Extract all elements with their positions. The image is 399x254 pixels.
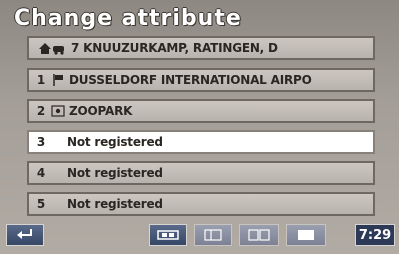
clock-display: 7:29 bbox=[355, 224, 395, 246]
flag-icon bbox=[51, 73, 65, 87]
map-view-icon bbox=[157, 226, 179, 245]
entry-number: 3 bbox=[36, 135, 46, 149]
split-view-icon bbox=[204, 226, 222, 245]
list-item[interactable]: 2 ZOOPARK bbox=[27, 99, 375, 123]
page-title: Change attribute bbox=[14, 6, 242, 31]
entry-number: 4 bbox=[36, 166, 46, 180]
entry-number: 2 bbox=[36, 104, 46, 118]
entry-number: 1 bbox=[36, 73, 46, 87]
list-item[interactable]: 5 Not registered bbox=[27, 192, 375, 216]
split-view-button[interactable] bbox=[194, 224, 232, 246]
back-button[interactable] bbox=[6, 224, 44, 246]
return-arrow-icon bbox=[15, 226, 35, 245]
destination-list: 7 KNUUZURKAMP, RATINGEN, D 1 DUSSELDORF … bbox=[27, 36, 375, 223]
home-entry[interactable]: 7 KNUUZURKAMP, RATINGEN, D bbox=[27, 36, 375, 60]
entry-label: Not registered bbox=[67, 135, 163, 149]
full-map-icon bbox=[297, 226, 315, 245]
bottom-toolbar: 7:29 bbox=[0, 220, 399, 254]
list-item[interactable]: 3 Not registered bbox=[27, 130, 375, 154]
change-attribute-screen: Change attribute 7 KNUUZURKAMP, RATINGEN… bbox=[0, 0, 399, 254]
dual-map-icon bbox=[248, 226, 270, 245]
list-item[interactable]: 1 DUSSELDORF INTERNATIONAL AIRPO bbox=[27, 68, 375, 92]
home-address: 7 KNUUZURKAMP, RATINGEN, D bbox=[71, 41, 278, 55]
entry-number: 5 bbox=[36, 197, 46, 211]
list-item[interactable]: 4 Not registered bbox=[27, 161, 375, 185]
home-car-icon bbox=[37, 41, 67, 55]
map-view-button[interactable] bbox=[149, 224, 187, 246]
map-marker-icon bbox=[51, 104, 65, 118]
entry-label: Not registered bbox=[67, 197, 163, 211]
entry-label: DUSSELDORF INTERNATIONAL AIRPO bbox=[69, 73, 312, 87]
entry-label: ZOOPARK bbox=[69, 104, 133, 118]
full-map-button[interactable] bbox=[286, 224, 326, 246]
entry-label: Not registered bbox=[67, 166, 163, 180]
dual-map-button[interactable] bbox=[239, 224, 279, 246]
